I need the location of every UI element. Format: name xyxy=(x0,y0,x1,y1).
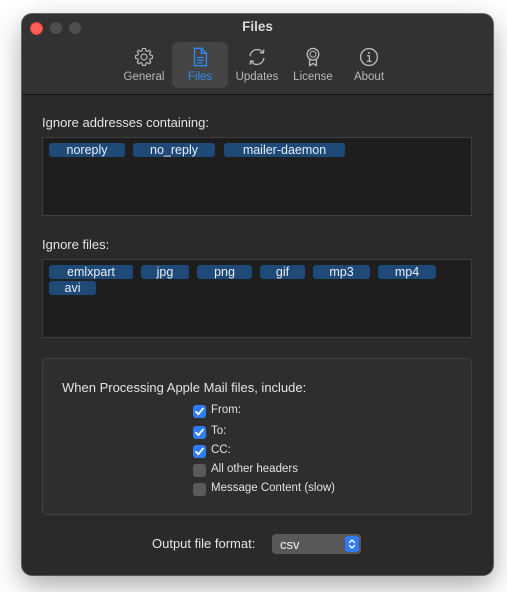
popup-stepper[interactable] xyxy=(345,536,359,552)
ignore-files-field[interactable]: emlxpart jpg png gif mp3 mp4 avi xyxy=(42,259,472,338)
checkbox-to-label: To: xyxy=(211,425,227,437)
checkbox-to-box[interactable] xyxy=(193,426,206,439)
window-title: Files xyxy=(242,19,273,34)
checkbox-message-content-box[interactable] xyxy=(193,483,206,496)
titlebar: Files General Files Updates License Abou… xyxy=(22,14,493,95)
file-token[interactable]: png xyxy=(197,265,252,279)
tab-files[interactable]: Files xyxy=(172,42,228,88)
checkbox-from-label: From: xyxy=(211,404,242,416)
chevron-up-down-icon xyxy=(348,539,356,549)
refresh-icon xyxy=(249,48,265,66)
file-token[interactable]: mp3 xyxy=(313,265,370,279)
tab-license-label: License xyxy=(293,71,333,83)
apple-mail-options-group: When Processing Apple Mail files, includ… xyxy=(42,358,472,515)
tab-general[interactable]: General xyxy=(118,42,170,88)
address-token[interactable]: mailer-daemon xyxy=(224,143,345,157)
checkmark-icon xyxy=(195,428,204,437)
tab-about-label: About xyxy=(353,71,385,83)
ribbon-icon xyxy=(306,47,320,67)
gear-icon xyxy=(134,47,154,67)
checkbox-message-content-label: Message Content (slow) xyxy=(211,482,335,494)
checkbox-cc-box[interactable] xyxy=(193,445,206,458)
output-format-value: csv xyxy=(280,537,300,552)
file-token[interactable]: emlxpart xyxy=(49,265,133,279)
tab-updates[interactable]: Updates xyxy=(230,42,284,88)
checkbox-all-other-headers-box[interactable] xyxy=(193,464,206,477)
ignore-files-label: Ignore files: xyxy=(42,237,110,252)
tab-files-label: Files xyxy=(187,71,213,83)
checkbox-all-other-headers-label: All other headers xyxy=(211,463,298,475)
checkbox-cc-label: CC: xyxy=(211,444,231,456)
document-icon xyxy=(193,47,208,67)
ignore-addresses-field[interactable]: noreply no_reply mailer-daemon xyxy=(42,137,472,216)
apple-mail-options-title: When Processing Apple Mail files, includ… xyxy=(62,380,307,395)
file-token[interactable]: gif xyxy=(260,265,305,279)
tab-updates-label: Updates xyxy=(235,71,279,83)
address-token[interactable]: noreply xyxy=(49,143,125,157)
checkmark-icon xyxy=(195,407,204,416)
tab-about[interactable]: About xyxy=(344,42,394,88)
output-format-select[interactable]: csv xyxy=(272,534,361,554)
preferences-window: Files General Files Updates License Abou… xyxy=(22,14,493,575)
file-token[interactable]: jpg xyxy=(141,265,189,279)
file-token[interactable]: mp4 xyxy=(378,265,436,279)
checkmark-icon xyxy=(195,447,204,456)
output-format-label: Output file format: xyxy=(152,536,256,551)
tab-general-label: General xyxy=(123,71,165,83)
ignore-addresses-label: Ignore addresses containing: xyxy=(42,115,209,130)
file-token[interactable]: avi xyxy=(49,281,96,295)
tab-license[interactable]: License xyxy=(288,42,338,88)
info-icon xyxy=(359,47,379,67)
checkbox-from-box[interactable] xyxy=(193,405,206,418)
address-token[interactable]: no_reply xyxy=(133,143,215,157)
